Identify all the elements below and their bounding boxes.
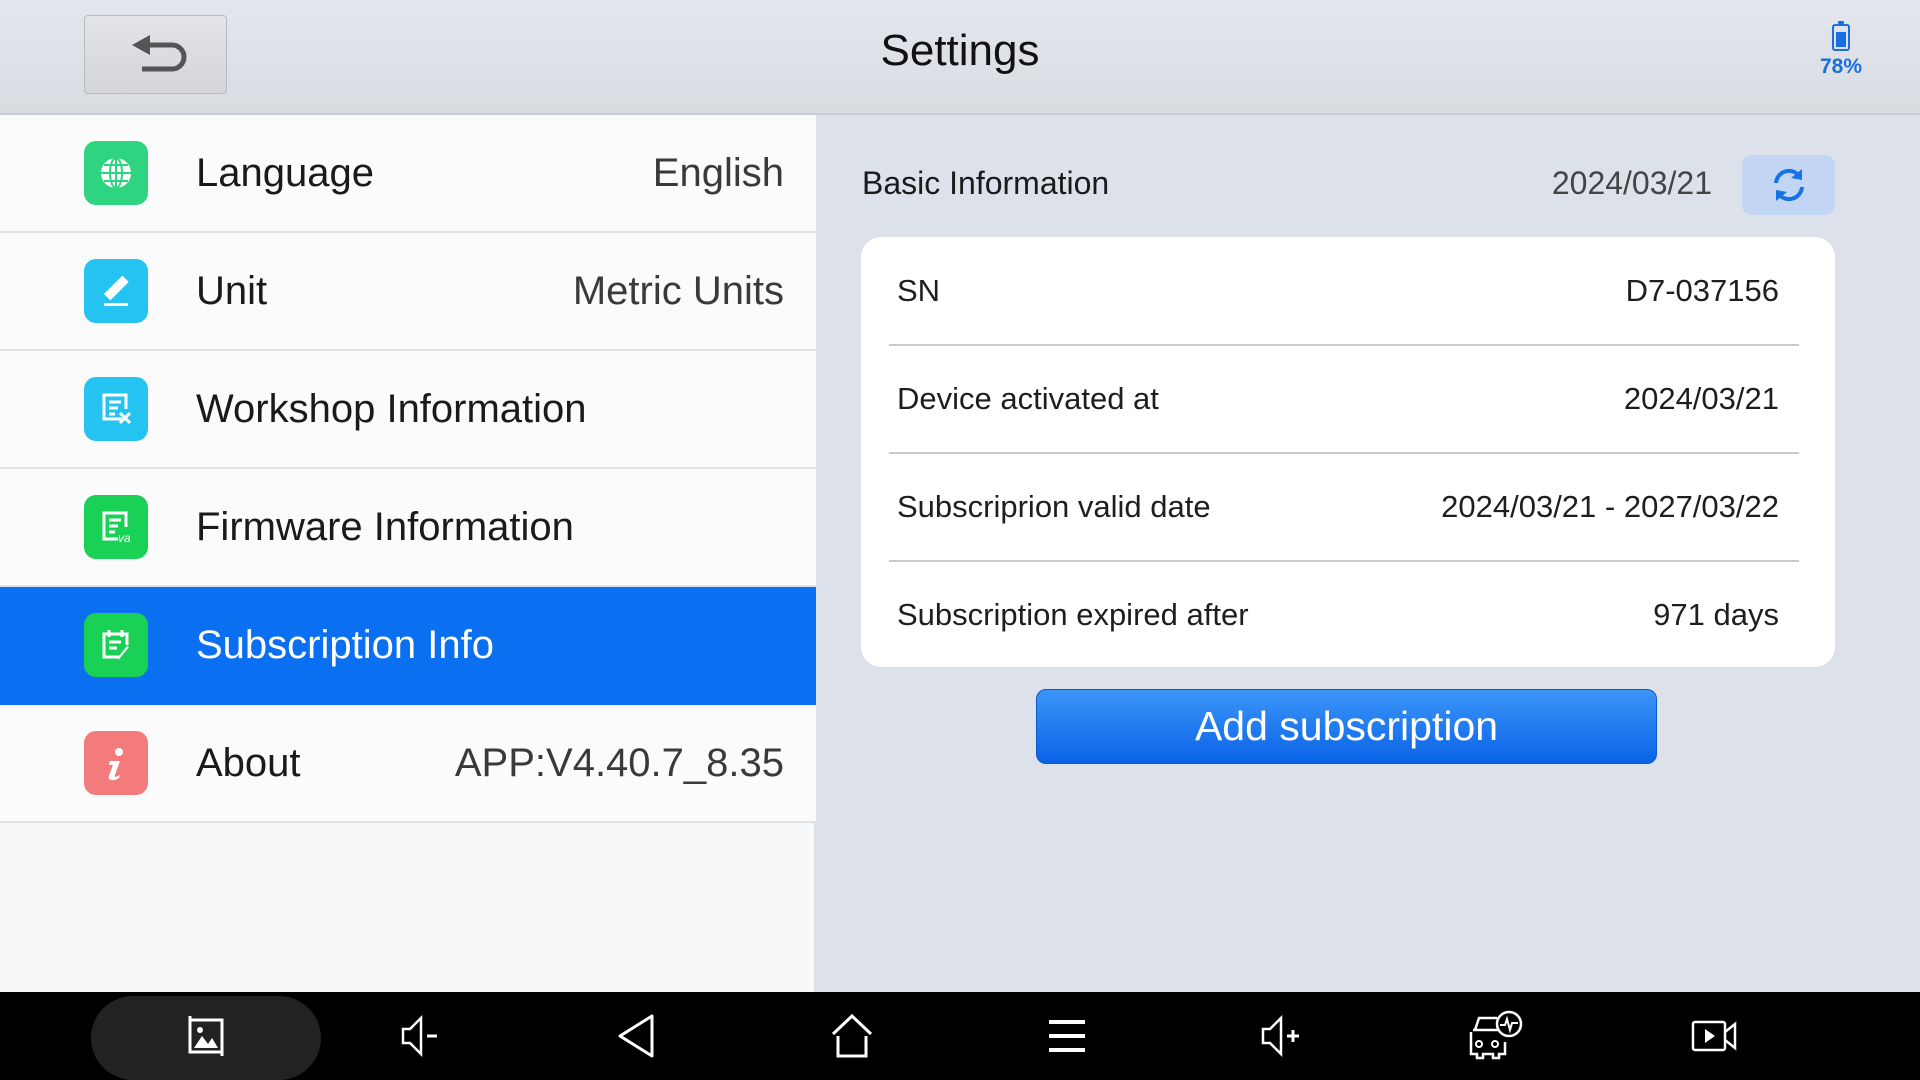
settings-sidebar: Language English Unit Metric Units Works… (0, 115, 816, 992)
section-title: Basic Information (862, 165, 1110, 201)
vehicle-diagnostics-button[interactable] (1440, 992, 1550, 1080)
globe-icon (84, 141, 148, 205)
info-row-valid-date: Subscriprion valid date 2024/03/21 - 202… (889, 452, 1799, 559)
subscription-calendar-icon (84, 613, 148, 677)
sidebar-item-workshop-information[interactable]: Workshop Information (0, 351, 816, 469)
volume-up-icon (1261, 1014, 1299, 1058)
volume-down-button[interactable] (367, 992, 477, 1080)
battery-percent: 78% (1819, 55, 1863, 78)
sidebar-item-value: APP:V4.40.7_8.35 (454, 740, 784, 785)
sidebar-item-unit[interactable]: Unit Metric Units (0, 233, 816, 351)
page-title: Settings (880, 26, 1040, 75)
sidebar-item-firmware-information[interactable]: va Firmware Information (0, 469, 816, 587)
refresh-button[interactable] (1742, 155, 1835, 215)
home-nav-button[interactable] (797, 992, 907, 1080)
info-key: Subscription expired after (897, 596, 1249, 632)
sidebar-item-value: English (652, 150, 784, 195)
header-bar: Settings 78% (0, 0, 1920, 115)
screen-record-icon (1691, 1020, 1737, 1052)
info-row-sn: SN D7-037156 (889, 237, 1799, 344)
info-row-activated: Device activated at 2024/03/21 (889, 344, 1799, 451)
subscription-panel: Basic Information 2024/03/21 SN D7-03715… (818, 115, 1920, 992)
system-nav-bar (0, 992, 1920, 1080)
screen-record-button[interactable] (1660, 992, 1770, 1080)
sidebar-item-label: Language (196, 150, 374, 195)
info-row-expires: Subscription expired after 971 days (889, 560, 1799, 667)
info-key: Subscriprion valid date (897, 488, 1211, 524)
home-icon (831, 1013, 873, 1058)
info-key: Device activated at (897, 380, 1159, 416)
basic-info-card: SN D7-037156 Device activated at 2024/03… (861, 237, 1835, 667)
info-value: 2024/03/21 (1623, 380, 1779, 416)
add-subscription-button[interactable]: Add subscription (1036, 689, 1657, 764)
svg-text:va: va (118, 531, 131, 545)
volume-up-button[interactable] (1227, 992, 1337, 1080)
workshop-doc-icon (84, 377, 148, 441)
sidebar-item-value: Metric Units (572, 268, 784, 313)
menu-nav-button[interactable] (1012, 992, 1122, 1080)
ruler-icon (84, 259, 148, 323)
info-value: D7-037156 (1625, 272, 1779, 308)
sidebar-item-label: Unit (196, 268, 268, 313)
screenshot-icon (188, 1016, 224, 1056)
info-key: SN (897, 272, 941, 308)
sidebar-item-label: Subscription Info (196, 622, 494, 667)
battery-icon (1832, 21, 1850, 51)
car-diagnostic-icon (1469, 1010, 1523, 1060)
sync-date: 2024/03/21 (1551, 165, 1712, 201)
battery-indicator: 78% (1812, 21, 1870, 79)
firmware-doc-icon: va (84, 495, 148, 559)
back-nav-button[interactable] (582, 992, 692, 1080)
sidebar-item-label: About (196, 740, 301, 785)
sidebar-item-about[interactable]: About APP:V4.40.7_8.35 (0, 705, 816, 823)
volume-down-icon (401, 1014, 437, 1058)
info-value: 971 days (1653, 596, 1779, 632)
sidebar-item-subscription-info[interactable]: Subscription Info (0, 587, 816, 705)
refresh-icon (1773, 168, 1804, 202)
back-triangle-icon (618, 1014, 654, 1058)
info-value: 2024/03/21 - 2027/03/22 (1441, 488, 1779, 524)
menu-icon (1049, 1020, 1085, 1052)
screenshot-button[interactable] (151, 992, 261, 1080)
sidebar-item-language[interactable]: Language English (0, 115, 816, 233)
info-icon (84, 731, 148, 795)
sidebar-item-label: Workshop Information (196, 386, 587, 431)
sidebar-item-label: Firmware Information (196, 504, 574, 549)
